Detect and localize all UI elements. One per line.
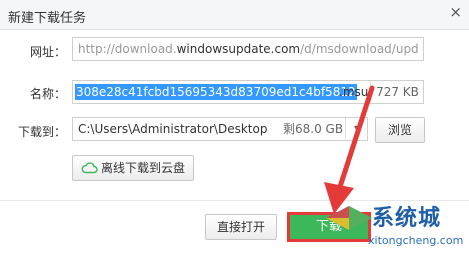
- offline-cloud-download-label: 离线下载到云盘: [101, 161, 186, 175]
- open-directly-button[interactable]: 直接打开: [205, 214, 277, 240]
- save-path-label: 下载到：: [18, 125, 67, 139]
- dialog-title: 新建下载任务: [8, 11, 87, 26]
- close-icon[interactable]: ×: [449, 3, 462, 21]
- name-label: 名称：: [30, 87, 67, 101]
- save-path-value: C:\Users\Administrator\Desktop: [78, 122, 268, 136]
- file-size: 727 KB: [370, 81, 423, 103]
- save-path-field[interactable]: C:\Users\Administrator\Desktop 剩68.0 GB …: [72, 117, 368, 141]
- dialog-titlebar: 新建下载任务 ×: [0, 0, 469, 30]
- url-domain: windowsupdate.com: [176, 42, 301, 56]
- url-suffix: /d/msdownload/upd: [300, 42, 419, 56]
- url-prefix: http://download.: [78, 42, 177, 56]
- watermark-brand: 系统城: [372, 206, 442, 231]
- filename-selected-text: 308e28c41fcbd15695343d83709ed1c4bf5812: [75, 84, 357, 100]
- url-label: 网址：: [30, 45, 67, 59]
- browse-button[interactable]: 浏览: [375, 117, 425, 143]
- chevron-down-icon[interactable]: ▾: [345, 118, 367, 140]
- filename-field[interactable]: 308e28c41fcbd15695343d83709ed1c4bf5812 .…: [72, 80, 424, 104]
- cloud-icon: [81, 162, 98, 174]
- watermark-url: xitongcheng.com: [368, 234, 464, 247]
- offline-cloud-download-button[interactable]: 离线下载到云盘: [72, 155, 194, 181]
- url-field[interactable]: http://download.windowsupdate.com/d/msdo…: [72, 37, 424, 61]
- filename-extension: .msu: [339, 85, 369, 99]
- free-space: 剩68.0 GB: [283, 122, 344, 136]
